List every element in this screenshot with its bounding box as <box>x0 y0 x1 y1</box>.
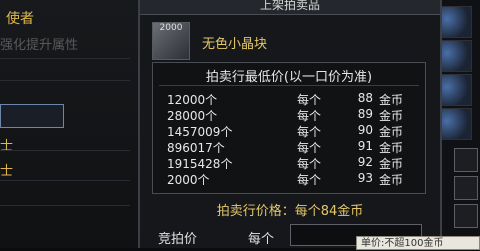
row-price: 88 <box>357 91 373 105</box>
auction-price-label: 拍卖行价格：每个84金币 <box>216 204 364 219</box>
left-divider <box>0 150 130 151</box>
row-price: 93 <box>357 171 373 185</box>
row-unit: 金币 <box>379 157 404 171</box>
row-quantity: 1915428个 <box>167 157 233 171</box>
lowest-price-table: 拍卖行最低价(以一口价为准) 12000个 每个 88 金币 28000个 每个… <box>152 62 426 194</box>
left-label-2: 士 <box>0 164 14 179</box>
row-unit: 金币 <box>379 125 404 139</box>
price-row: 12000个 每个 88 金币 <box>159 91 421 107</box>
row-quantity: 896017个 <box>167 141 225 155</box>
side-button[interactable] <box>454 148 478 172</box>
item-stack-count: 2000 <box>159 23 183 33</box>
row-price: 90 <box>357 123 373 137</box>
row-unit: 金币 <box>379 173 404 187</box>
row-each-label: 每个 <box>297 125 322 139</box>
row-each-label: 每个 <box>297 141 322 155</box>
row-unit: 金币 <box>379 93 404 107</box>
auction-listing-dialog: 上架拍卖品 2000 无色小晶块 拍卖行最低价(以一口价为准) 12000个 每… <box>138 0 442 248</box>
price-row: 1915428个 每个 92 金币 <box>159 155 421 171</box>
row-quantity: 28000个 <box>167 109 218 123</box>
row-price: 92 <box>357 155 373 169</box>
left-blur-label: 强化提升属性 <box>0 38 79 53</box>
bid-each-label: 每个 <box>248 232 275 247</box>
left-divider <box>0 58 130 59</box>
row-quantity: 12000个 <box>167 93 218 107</box>
item-icon[interactable]: 2000 <box>152 22 190 60</box>
lowest-price-header: 拍卖行最低价(以一口价为准) <box>205 70 373 85</box>
row-unit: 金币 <box>379 109 404 123</box>
row-each-label: 每个 <box>297 109 322 123</box>
bid-price-label: 竞拍价 <box>158 232 198 247</box>
left-selected-slot[interactable] <box>0 104 64 128</box>
dialog-title: 上架拍卖品 <box>140 0 440 15</box>
side-button[interactable] <box>454 176 478 200</box>
side-button[interactable] <box>454 204 478 228</box>
left-divider <box>0 205 130 206</box>
price-row: 2000个 每个 93 金币 <box>159 171 421 187</box>
left-divider <box>0 80 130 81</box>
row-each-label: 每个 <box>297 173 322 187</box>
item-name: 无色小晶块 <box>202 37 268 52</box>
table-divider <box>159 85 419 86</box>
left-divider <box>0 180 130 181</box>
row-price: 91 <box>357 139 373 153</box>
price-row: 896017个 每个 91 金币 <box>159 139 421 155</box>
left-top-label: 使者 <box>6 11 34 27</box>
row-each-label: 每个 <box>297 157 322 171</box>
row-quantity: 2000个 <box>167 173 210 187</box>
row-each-label: 每个 <box>297 93 322 107</box>
row-unit: 金币 <box>379 141 404 155</box>
left-label-1: 士 <box>0 139 14 154</box>
price-row: 28000个 每个 89 金币 <box>159 107 421 123</box>
left-background-panel: 使者 强化提升属性 士 士 <box>0 0 140 248</box>
row-price: 89 <box>357 107 373 121</box>
row-quantity: 1457009个 <box>167 125 233 139</box>
price-row: 1457009个 每个 90 金币 <box>159 123 421 139</box>
